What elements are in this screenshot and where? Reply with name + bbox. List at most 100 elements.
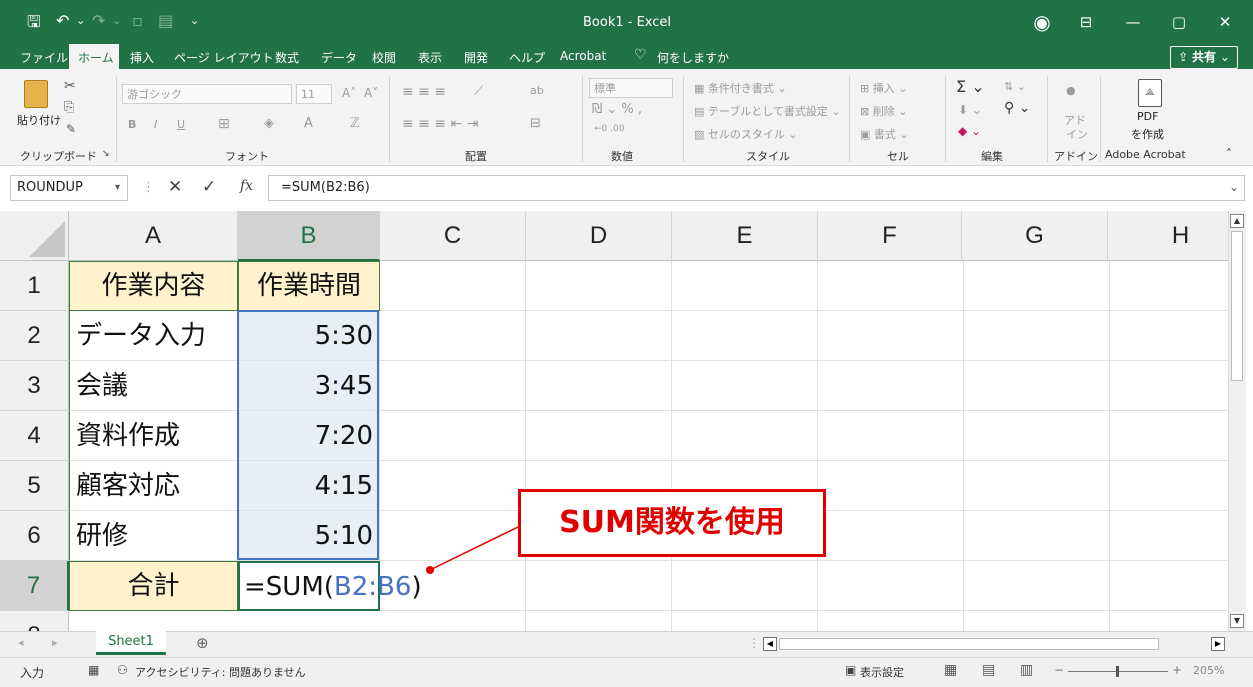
tab-help[interactable]: ヘルプ	[509, 49, 545, 66]
align-top-icon[interactable]: ≡ ≡ ≡	[402, 84, 446, 100]
insert-cells-button[interactable]: ⊞ 挿入 ⌄	[860, 80, 907, 96]
scroll-left-icon[interactable]: ◀	[763, 637, 777, 651]
horizontal-scroll-thumb[interactable]	[779, 638, 1159, 650]
share-button[interactable]: ⇪ 共有 ⌄	[1170, 46, 1238, 69]
clipboard-launcher-icon[interactable]: ↘	[102, 149, 110, 159]
form-icon[interactable]: ▤	[158, 11, 173, 30]
collapse-ribbon-icon[interactable]: ˄	[1226, 147, 1232, 161]
decimal-icon[interactable]: ←0 .00	[594, 124, 624, 134]
font-name-select[interactable]: 游ゴシック	[122, 84, 292, 104]
new-file-icon[interactable]: ▫	[132, 11, 143, 30]
cell-styles-button[interactable]: ▧ セルのスタイル ⌄	[694, 126, 798, 142]
undo-icon[interactable]: ↶	[56, 11, 69, 30]
orientation-icon[interactable]: ⟋	[474, 84, 483, 99]
sheet-prev-icon[interactable]: ◂	[18, 636, 24, 649]
font-color-icon[interactable]: A	[304, 116, 313, 131]
customize-qat-icon[interactable]: ⌄	[190, 14, 199, 27]
underline-button[interactable]: U	[177, 118, 185, 131]
formula-input[interactable]: =SUM(B2:B6)	[268, 175, 1245, 201]
account-icon[interactable]: ◉	[1027, 8, 1057, 36]
tell-me-search[interactable]: 何をしますか	[657, 49, 729, 66]
addins-icon[interactable]: ●	[1066, 84, 1076, 97]
bold-button[interactable]: B	[128, 118, 136, 131]
scroll-up-icon[interactable]: ▲	[1230, 214, 1244, 228]
borders-icon[interactable]: ⊞	[218, 116, 230, 132]
ribbon-display-icon[interactable]: ⊟	[1071, 8, 1101, 36]
normal-view-icon[interactable]: ▦	[944, 662, 957, 678]
minimize-button[interactable]: —	[1118, 8, 1148, 36]
cancel-entry-icon[interactable]: ✕	[168, 177, 182, 197]
cell-b7-editing[interactable]: =SUM(B2:B6)	[238, 561, 422, 611]
fill-icon[interactable]: ⬇ ⌄	[958, 103, 982, 117]
enter-entry-icon[interactable]: ✓	[202, 177, 216, 197]
conditional-formatting-button[interactable]: ▦ 条件付き書式 ⌄	[694, 80, 787, 96]
currency-icon[interactable]: ₪ ⌄ % ,	[592, 102, 642, 117]
name-box-dropdown-icon[interactable]: ▾	[115, 176, 120, 200]
find-select-icon[interactable]: ⚲ ⌄	[1004, 100, 1030, 116]
restore-button[interactable]: ▢	[1164, 8, 1194, 36]
clear-icon[interactable]: ◆ ⌄	[958, 124, 981, 138]
copy-icon[interactable]: ⎘	[64, 100, 74, 115]
vertical-scroll-thumb[interactable]	[1231, 231, 1243, 381]
scroll-right-icon[interactable]: ▶	[1211, 637, 1225, 651]
expand-formula-bar-icon[interactable]: ⌄	[1229, 180, 1239, 194]
page-break-view-icon[interactable]: ▥	[1020, 662, 1033, 678]
page-layout-view-icon[interactable]: ▤	[982, 662, 995, 678]
tab-data[interactable]: データ	[321, 49, 357, 66]
tab-home[interactable]: ホーム	[78, 49, 114, 66]
wrap-text-icon[interactable]: ab	[530, 84, 544, 97]
increase-font-icon[interactable]: A˄	[342, 86, 356, 100]
format-as-table-button[interactable]: ▤ テーブルとして書式設定 ⌄	[694, 103, 841, 119]
tab-acrobat[interactable]: Acrobat	[560, 49, 606, 63]
merge-center-icon[interactable]: ⊟	[530, 116, 541, 131]
tab-file[interactable]: ファイル	[20, 49, 68, 66]
add-sheet-icon[interactable]: ⊕	[196, 634, 209, 652]
tab-view[interactable]: 表示	[418, 49, 442, 66]
zoom-in-icon[interactable]: +	[1172, 663, 1182, 677]
tab-split-icon[interactable]: ⋮	[748, 636, 760, 650]
zoom-slider-handle[interactable]	[1116, 666, 1119, 677]
font-size-select[interactable]: 11	[296, 84, 332, 104]
display-settings-icon[interactable]: ▣	[845, 663, 856, 677]
format-painter-icon[interactable]: ✎	[66, 122, 76, 136]
fill-color-icon[interactable]: ◈	[264, 116, 274, 131]
decrease-font-icon[interactable]: A˅	[364, 86, 378, 100]
italic-button[interactable]: I	[154, 118, 157, 131]
worksheet-grid[interactable]: A B C D E F G H 1 2 3 4 5 6 7 8 作業内容 作業時…	[0, 211, 1228, 631]
tab-insert[interactable]: 挿入	[130, 49, 154, 66]
redo-dropdown-icon[interactable]: ⌄	[112, 14, 121, 27]
format-cells-button[interactable]: ▣ 書式 ⌄	[860, 126, 909, 142]
delete-cells-button[interactable]: ⊠ 削除 ⌄	[860, 103, 907, 119]
create-pdf-label[interactable]: を作成	[1131, 126, 1164, 142]
tab-formulas[interactable]: 数式	[275, 49, 299, 66]
paste-icon[interactable]	[24, 80, 48, 108]
tab-developer[interactable]: 開発	[464, 49, 488, 66]
sheet-tab-sheet1[interactable]: Sheet1	[96, 631, 166, 655]
display-settings-label[interactable]: 表示設定	[860, 664, 904, 680]
tab-review[interactable]: 校閲	[372, 49, 396, 66]
insert-function-icon[interactable]: fx	[240, 178, 253, 194]
close-button[interactable]: ✕	[1210, 8, 1240, 36]
sheet-next-icon[interactable]: ▸	[52, 636, 58, 649]
undo-dropdown-icon[interactable]: ⌄	[76, 14, 85, 27]
paste-button-label[interactable]: 貼り付け	[17, 112, 61, 128]
number-format-select[interactable]: 標準	[589, 78, 673, 98]
pdf-create-icon[interactable]: ⟁	[1138, 79, 1162, 107]
autosum-icon[interactable]: Σ ⌄	[956, 77, 985, 96]
pdf-label[interactable]: PDF	[1137, 110, 1158, 123]
zoom-out-icon[interactable]: −	[1054, 663, 1064, 677]
scroll-down-icon[interactable]: ▼	[1230, 614, 1244, 628]
name-box[interactable]: ROUNDUP ▾	[10, 175, 128, 201]
accessibility-status[interactable]: アクセシビリティ: 問題ありません	[135, 664, 306, 680]
cut-icon[interactable]: ✂	[64, 78, 76, 94]
align-left-icon[interactable]: ≡ ≡ ≡ ⇤ ⇥	[402, 116, 478, 132]
phonetic-icon[interactable]: ℤ	[350, 116, 360, 131]
save-icon[interactable]: 🖫	[27, 11, 41, 38]
tab-page-layout[interactable]: ページ レイアウト	[174, 49, 274, 66]
accessibility-icon[interactable]: ⚇	[117, 663, 128, 677]
macro-record-icon[interactable]: ▦	[88, 663, 99, 677]
vertical-scrollbar[interactable]: ▲ ▼	[1228, 211, 1246, 631]
addins-label-2[interactable]: イン	[1066, 126, 1088, 142]
zoom-level[interactable]: 205%	[1193, 664, 1224, 677]
redo-icon[interactable]: ↷	[92, 11, 105, 30]
